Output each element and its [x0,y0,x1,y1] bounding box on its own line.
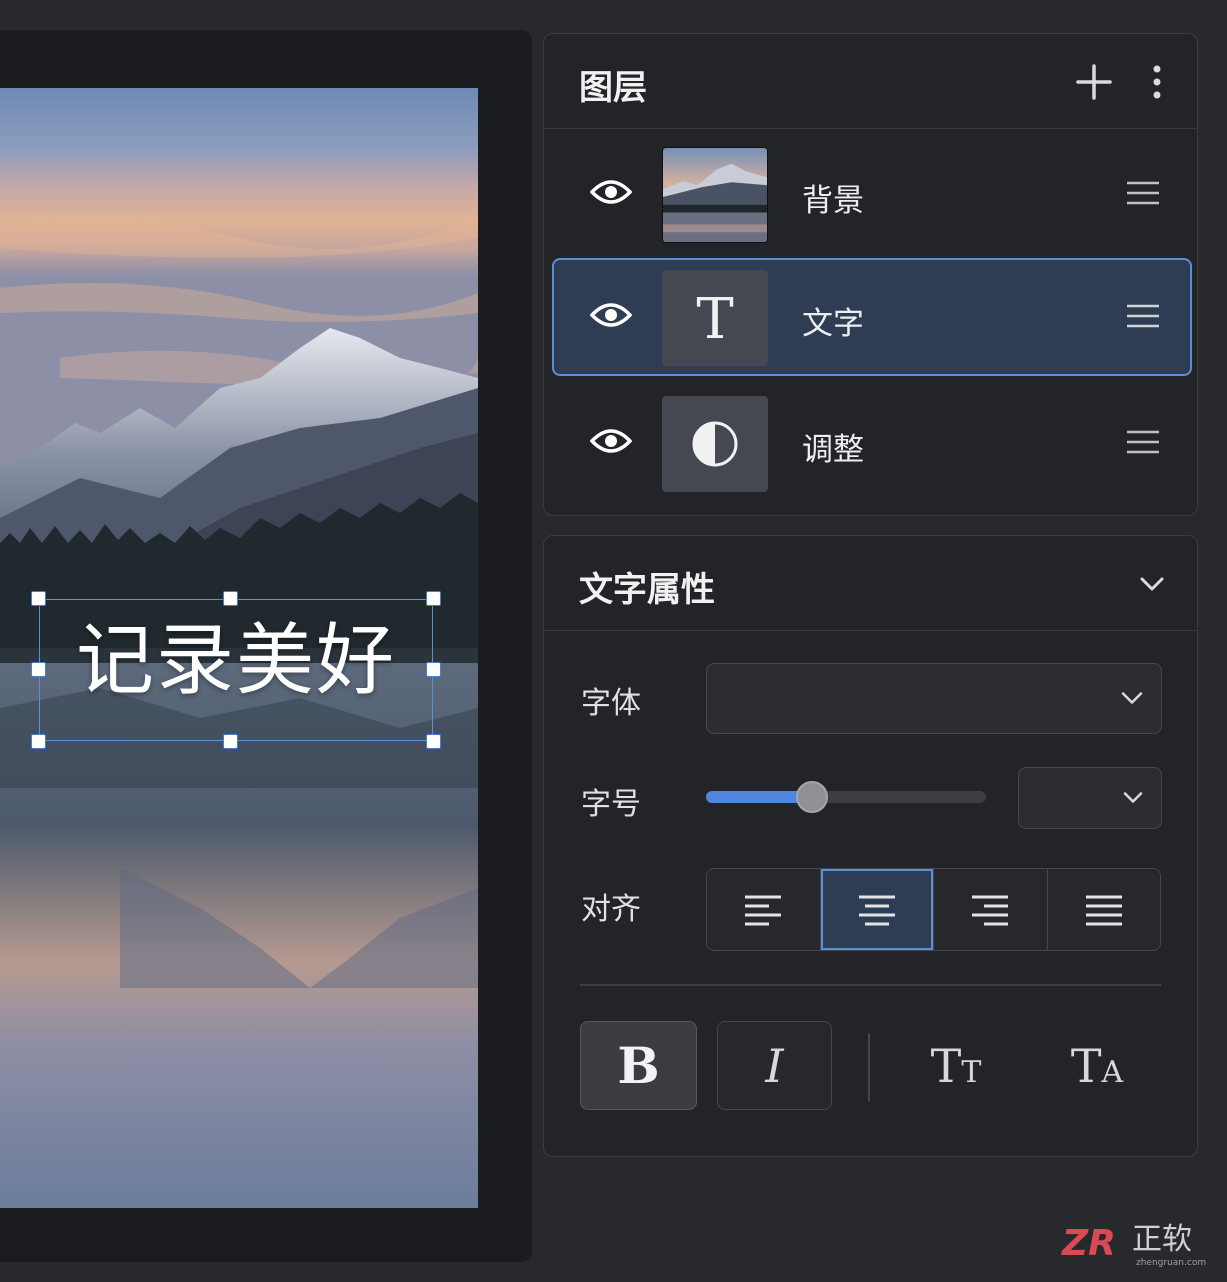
drag-handle-icon[interactable] [1126,430,1160,458]
chevron-down-icon[interactable] [1134,570,1170,598]
watermark-brand: ZR [1061,1223,1116,1264]
text-selection-box[interactable]: 记录美好 [31,591,441,749]
align-justify-button[interactable] [1047,869,1160,950]
watermark-text: 正软 [1132,1222,1192,1257]
resize-handle-left[interactable] [31,662,46,677]
eye-icon[interactable] [589,177,633,211]
font-label: 字体 [581,686,641,721]
layer-name: 背景 [802,183,864,219]
small-caps-button[interactable]: TT [906,1021,1006,1110]
divider [868,1033,870,1101]
align-right-button[interactable] [934,869,1048,950]
align-right-icon [972,895,1009,925]
canvas-text[interactable]: 记录美好 [40,622,432,700]
font-size-slider[interactable] [706,781,986,813]
align-center-button[interactable] [820,869,934,950]
layers-panel-title: 图层 [579,68,647,108]
align-justify-icon [1085,895,1122,925]
resize-handle-right[interactable] [426,662,441,677]
layer-name: 文字 [802,306,864,342]
layer-name: 调整 [802,432,864,468]
text-properties-panel: 文字属性 字体 字号 对齐 B I TT TA [543,535,1198,1157]
watermark-logo: ZR 正软 zhengruan.com [1060,1215,1220,1275]
align-left-icon [745,895,782,925]
chevron-down-icon [1123,789,1143,808]
text-T-icon: T [662,270,768,366]
resize-handle-top-left[interactable] [31,591,46,606]
italic-button[interactable]: I [717,1021,832,1110]
layers-panel: 图层 背景 T 文字 调整 [543,33,1198,516]
all-caps-button[interactable]: TA [1047,1021,1147,1110]
drag-handle-icon[interactable] [1126,304,1160,332]
divider [580,984,1161,986]
resize-handle-bottom-left[interactable] [31,734,46,749]
chevron-down-icon [1121,689,1143,708]
resize-handle-top[interactable] [223,591,238,606]
layer-row-background[interactable]: 背景 [552,135,1192,253]
size-label: 字号 [581,787,641,822]
layer-row-text[interactable]: T 文字 [552,258,1192,376]
layer-row-adjust[interactable]: 调整 [552,384,1192,502]
resize-handle-bottom-right[interactable] [426,734,441,749]
all-caps-icon: TA [1070,1038,1124,1093]
plus-icon[interactable] [1074,62,1114,102]
layers-panel-header: 图层 [544,34,1197,129]
eye-icon[interactable] [589,426,633,460]
bold-button[interactable]: B [580,1021,697,1110]
eye-icon[interactable] [589,300,633,334]
font-select[interactable] [706,663,1162,734]
align-label: 对齐 [581,892,641,927]
small-caps-icon: TT [930,1038,982,1093]
resize-handle-top-right[interactable] [426,591,441,606]
align-button-group [706,868,1161,951]
svg-text:T: T [696,288,733,348]
slider-thumb[interactable] [796,781,829,813]
resize-handle-bottom[interactable] [223,734,238,749]
text-properties-header[interactable]: 文字属性 [544,536,1197,631]
landscape-thumbnail [662,147,768,243]
watermark-url: zhengruan.com [1136,1258,1206,1268]
align-center-icon [858,895,895,925]
more-vertical-icon[interactable] [1144,62,1170,102]
font-size-select[interactable] [1018,767,1162,829]
text-properties-title: 文字属性 [579,570,715,610]
half-circle-adjust-icon [662,396,768,492]
drag-handle-icon[interactable] [1126,181,1160,209]
align-left-button[interactable] [707,869,821,950]
